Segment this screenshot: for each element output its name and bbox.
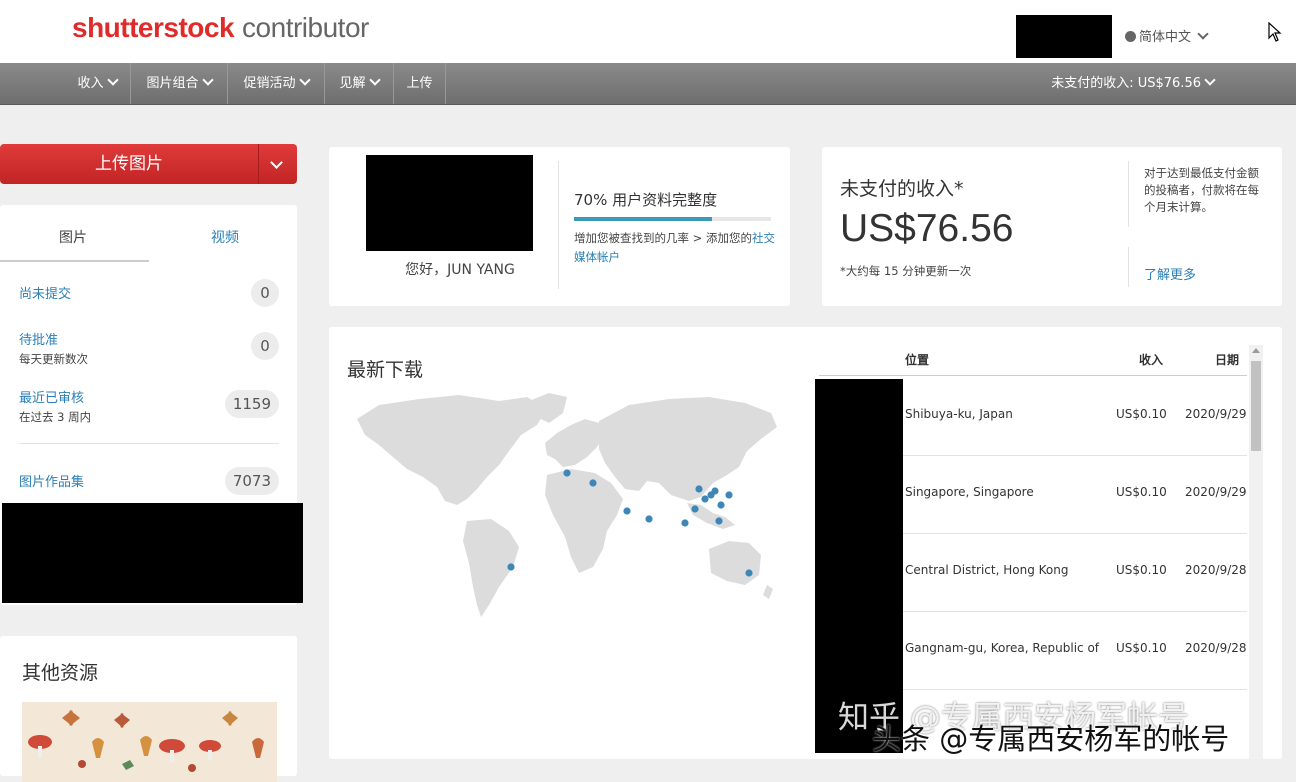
nav-earnings[interactable]: 收入 <box>64 63 131 104</box>
chevron-down-icon <box>106 74 119 86</box>
globe-icon <box>1125 31 1136 42</box>
unpaid-earnings-card: 未支付的收入* US$76.56 *大约每 15 分钟更新一次 对于达到最低支付… <box>822 147 1282 306</box>
world-map <box>357 393 777 617</box>
count-badge: 1159 <box>224 390 279 418</box>
col-earnings: 收入 <box>1139 353 1164 367</box>
download-marker[interactable] <box>589 479 597 487</box>
download-marker[interactable] <box>745 569 753 577</box>
chevron-down-icon <box>1197 28 1209 40</box>
greeting: 您好，JUN YANG <box>405 262 515 278</box>
africa <box>545 469 623 573</box>
col-location: 位置 <box>905 353 930 367</box>
profile-completeness-desc: 增加您被查找到的几率 > 添加您的社交媒体帐户 <box>574 231 775 264</box>
download-marker[interactable] <box>717 501 725 509</box>
col-date: 日期 <box>1215 353 1240 367</box>
table-row[interactable]: Gangnam-gu, Korea, Republic of US$0.10 2… <box>903 611 1247 690</box>
pattern-illustration <box>28 710 264 772</box>
mouse-cursor-icon <box>1268 22 1282 42</box>
learn-more-link[interactable]: 了解更多 <box>1144 264 1196 283</box>
count-badge: 7073 <box>224 467 279 495</box>
active-tab-indicator <box>0 260 149 262</box>
row-not-submitted: 尚未提交 <box>19 287 72 302</box>
download-marker[interactable] <box>711 487 719 495</box>
count-badge: 0 <box>251 279 279 307</box>
profile-card: 您好，JUN YANG 70% 用户资料完整度 增加您被查找到的几率 > 添加您… <box>329 147 790 306</box>
tab-videos[interactable]: 视频 <box>211 227 239 247</box>
table-row[interactable]: Central District, Hong Kong US$0.10 2020… <box>903 533 1247 612</box>
continents <box>357 393 777 617</box>
profile-completeness-fill <box>574 217 712 221</box>
resource-thumbnail[interactable] <box>22 702 277 782</box>
payout-info: 对于达到最低支付金额的投稿者，付款将在每个月末计算。 <box>1144 166 1259 214</box>
downloads-title: 最新下载 <box>347 359 424 381</box>
nav-unpaid-earnings[interactable]: 未支付的收入: US$76.56 <box>1051 63 1216 104</box>
nav-upload[interactable]: 上传 <box>394 63 446 104</box>
table-row[interactable]: Shibuya-ku, Japan US$0.10 2020/9/29 <box>903 377 1247 456</box>
download-marker[interactable] <box>691 505 699 513</box>
download-marker[interactable] <box>507 563 515 571</box>
new-zealand <box>763 585 773 599</box>
row-pending: 待批准 每天更新数次 <box>19 333 88 366</box>
download-marker[interactable] <box>695 485 703 493</box>
scroll-up-icon[interactable] <box>1252 348 1260 353</box>
nav-portfolio[interactable]: 图片组合 <box>131 63 228 104</box>
upload-options-chevron-icon[interactable] <box>270 156 283 169</box>
download-marker[interactable] <box>623 507 631 515</box>
asia <box>599 397 777 501</box>
redacted-area <box>2 503 303 603</box>
download-marker[interactable] <box>725 491 733 499</box>
north-america <box>357 395 547 505</box>
profile-completeness-title: 70% 用户资料完整度 <box>574 191 718 209</box>
redacted-account-area <box>1016 15 1112 58</box>
top-header: shutterstock contributor 简体中文 <box>0 0 1296 63</box>
language-selector[interactable]: 简体中文 <box>1125 26 1209 45</box>
profile-completeness-bar <box>574 217 771 221</box>
chevron-down-icon <box>1204 74 1216 86</box>
download-marker[interactable] <box>563 469 571 477</box>
chevron-down-icon <box>201 74 214 86</box>
earnings-amount: US$76.56 <box>840 207 1014 250</box>
download-marker[interactable] <box>645 515 653 523</box>
earnings-update-note: *大约每 15 分钟更新一次 <box>840 264 972 278</box>
watermark-toutiao: 头条 @专属西安杨军的帐号 <box>872 722 1230 756</box>
download-marker[interactable] <box>715 517 723 525</box>
europe <box>545 419 605 467</box>
upload-images-button[interactable]: 上传图片 <box>0 144 297 184</box>
download-marker[interactable] <box>701 495 709 503</box>
nav-promotions[interactable]: 促销活动 <box>228 63 325 104</box>
download-marker[interactable] <box>681 519 689 527</box>
shutterstock-logo[interactable]: shutterstock contributor <box>72 12 369 44</box>
row-recently-reviewed: 最近已审核 在过去 3 周内 <box>19 391 92 424</box>
downloads-scrollbar[interactable] <box>1249 345 1263 759</box>
nav-insights[interactable]: 见解 <box>325 63 394 104</box>
tab-images[interactable]: 图片 <box>59 227 87 247</box>
redacted-avatar <box>366 155 533 251</box>
scrollbar-thumb[interactable] <box>1251 361 1261 451</box>
row-portfolio: 图片作品集 <box>19 475 85 490</box>
count-badge: 0 <box>251 332 279 360</box>
main-nav: 收入 图片组合 促销活动 见解 上传 未支付的收入: US$76.56 <box>0 63 1296 105</box>
earnings-title: 未支付的收入* <box>840 178 964 200</box>
chevron-down-icon <box>298 74 311 86</box>
other-resources-card: 其他资源 <box>0 636 297 782</box>
chevron-down-icon <box>368 74 381 86</box>
australia <box>709 541 761 585</box>
table-row[interactable]: Singapore, Singapore US$0.10 2020/9/29 <box>903 455 1247 534</box>
